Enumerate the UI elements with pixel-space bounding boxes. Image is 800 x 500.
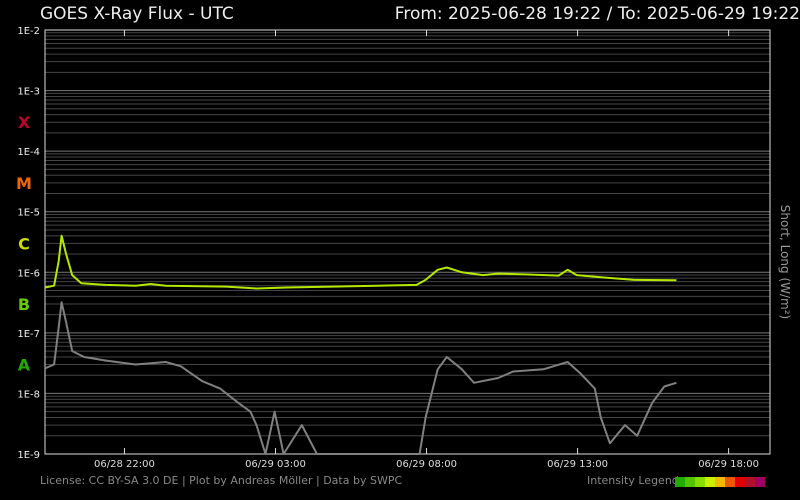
x-tick-label: 06/29 18:00 [698, 459, 759, 470]
x-tick-label: 06/29 08:00 [396, 459, 457, 470]
y-tick-label: 1E-9 [17, 450, 40, 461]
y-tick-label: 1E-4 [17, 147, 40, 158]
y-tick-label: 1E-2 [17, 26, 40, 37]
x-tick-label: 06/29 03:00 [245, 459, 306, 470]
legend-swatch [675, 477, 685, 487]
flare-class-C: C [18, 234, 30, 253]
intensity-legend [675, 477, 765, 487]
plot-svg: 1E-2 1E-3 1E-4 1E-5 1E-6 1E-7 1E-8 1E-9 06/28 22… [16, 26, 792, 470]
y-axis-label: Short, Long (W/m²) [778, 205, 792, 319]
legend-swatch [755, 477, 765, 487]
legend-swatch [725, 477, 735, 487]
chart-root: GOES X-Ray Flux - UTC From: 2025-06-28 1… [0, 0, 800, 500]
flare-class-B: B [18, 295, 30, 314]
license-text: License: CC BY-SA 3.0 DE | Plot by Andre… [40, 474, 403, 487]
legend-swatch [685, 477, 695, 487]
x-tick-label: 06/29 13:00 [547, 459, 608, 470]
legend-swatch [695, 477, 705, 487]
y-tick-label: 1E-3 [17, 87, 40, 98]
legend-swatch [705, 477, 715, 487]
y-tick-label: 1E-7 [17, 329, 40, 340]
y-tick-label: 1E-6 [17, 268, 40, 279]
legend-swatch [735, 477, 745, 487]
legend-swatch [715, 477, 725, 487]
y-tick-label: 1E-8 [17, 389, 40, 400]
flare-class-X: X [18, 113, 31, 132]
series-short [44, 301, 677, 455]
flare-class-A: A [18, 356, 31, 375]
flare-class-M: M [16, 174, 32, 193]
y-tick-label: 1E-5 [17, 208, 40, 219]
legend-swatch [745, 477, 755, 487]
x-tick-label: 06/28 22:00 [94, 459, 155, 470]
intensity-legend-label: Intensity Legend [587, 474, 679, 487]
